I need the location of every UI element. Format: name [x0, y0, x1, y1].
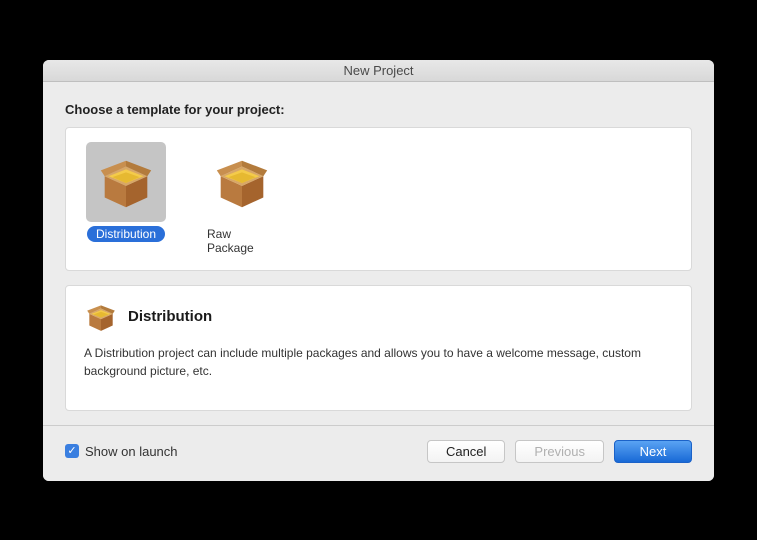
next-button[interactable]: Next — [614, 440, 692, 463]
package-box-icon — [95, 151, 157, 213]
template-icon-wrap — [86, 142, 166, 222]
window-title: New Project — [343, 63, 413, 78]
package-box-icon — [211, 151, 273, 213]
template-icon-wrap — [202, 142, 282, 222]
package-box-icon — [84, 300, 118, 334]
previous-button: Previous — [515, 440, 604, 463]
content-area: Choose a template for your project: — [43, 82, 714, 425]
choose-template-heading: Choose a template for your project: — [65, 102, 692, 117]
description-header: Distribution — [84, 300, 673, 334]
description-text: A Distribution project can include multi… — [84, 344, 673, 380]
cancel-button[interactable]: Cancel — [427, 440, 505, 463]
footer: ✓ Show on launch Cancel Previous Next — [43, 425, 714, 481]
checkbox-icon: ✓ — [65, 444, 79, 458]
template-distribution[interactable]: Distribution — [82, 142, 170, 256]
template-label: Distribution — [87, 226, 165, 242]
template-grid: Distribution — [65, 127, 692, 271]
description-panel: Distribution A Distribution project can … — [65, 285, 692, 411]
new-project-window: New Project Choose a template for your p… — [43, 60, 714, 481]
titlebar[interactable]: New Project — [43, 60, 714, 82]
template-label: Raw Package — [198, 226, 286, 256]
show-on-launch-label: Show on launch — [85, 444, 178, 459]
template-raw-package[interactable]: Raw Package — [198, 142, 286, 256]
description-title: Distribution — [128, 308, 212, 325]
show-on-launch-checkbox[interactable]: ✓ Show on launch — [65, 444, 178, 459]
